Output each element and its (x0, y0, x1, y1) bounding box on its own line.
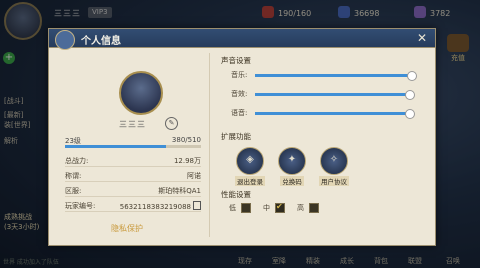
exp-bar (65, 145, 201, 148)
music-slider-knob[interactable] (407, 71, 417, 81)
privacy-protection-link[interactable]: 隐私保护 (111, 223, 143, 234)
stat-value: 5632118383219088 (119, 203, 191, 211)
panel-title: 个人信息 (81, 36, 121, 47)
sound-settings-title: 声音设置 (221, 56, 251, 65)
check-icon: ✔ (276, 202, 283, 211)
stat-row: 区服: 斯珀特科QA1 (65, 185, 201, 197)
stat-value: 12.98万 (173, 157, 201, 165)
logout-label: 退出登录 (235, 176, 265, 186)
panel-header: 个人信息 ✕ (49, 29, 435, 50)
stat-row: 总战力: 12.98万 (65, 155, 201, 167)
performance-settings-title: 性能设置 (221, 190, 251, 199)
edit-name-button[interactable]: ✎ (165, 117, 178, 130)
perf-mid-checkbox[interactable]: ✔ (275, 202, 285, 213)
redeem-code-label: 兑换码 (280, 176, 304, 186)
logout-icon: ◈ (236, 147, 264, 175)
redeem-code-button[interactable]: ✦ 兑换码 (273, 147, 311, 186)
stat-row: 玩家编号: 5632118383219088 (65, 200, 201, 212)
profile-avatar[interactable] (119, 71, 163, 115)
stat-row: 称谓: 阿诺 (65, 170, 201, 182)
close-button[interactable]: ✕ (415, 31, 429, 45)
exp-bar-fill (65, 145, 167, 148)
perf-low-checkbox[interactable] (241, 203, 251, 213)
music-label: 音乐: (231, 71, 248, 79)
sfx-slider-knob[interactable] (405, 90, 415, 100)
music-slider[interactable] (255, 71, 417, 81)
copy-icon[interactable] (193, 201, 201, 210)
player-id-row: 5632118383219088 (120, 201, 201, 211)
voice-slider-knob[interactable] (405, 109, 415, 119)
user-agreement-button[interactable]: ✧ 用户协议 (315, 147, 353, 186)
voice-label: 语音: (231, 109, 248, 117)
sfx-slider[interactable] (255, 90, 415, 100)
perf-high-label: 高 (297, 204, 304, 212)
logout-button[interactable]: ◈ 退出登录 (231, 147, 269, 186)
user-agreement-label: 用户协议 (319, 176, 349, 186)
personal-info-panel: 个人信息 ✕ 三三三 ✎ 23级 380/510 总战力: 12.98万 称谓:… (48, 28, 436, 246)
voice-slider[interactable] (255, 109, 415, 119)
profile-exp: 380/510 (171, 136, 201, 144)
settings-section: 声音设置 音乐: 音效: 语音: 扩展功能 ◈ 退出登录 ✦ 兑换码 ✧ 用户协… (215, 51, 431, 241)
sfx-slider-fill (255, 93, 408, 96)
music-slider-fill (255, 74, 411, 77)
extended-functions-title: 扩展功能 (221, 132, 251, 141)
voice-slider-fill (255, 112, 408, 115)
stat-value: 斯珀特科QA1 (158, 187, 201, 195)
gift-icon: ✦ (278, 147, 306, 175)
agreement-icon: ✧ (320, 147, 348, 175)
profile-section: 三三三 ✎ 23级 380/510 总战力: 12.98万 称谓: 阿诺 区服:… (55, 51, 205, 241)
perf-high-checkbox[interactable] (309, 203, 319, 213)
stat-key: 总战力: (65, 157, 89, 165)
sfx-label: 音效: (231, 90, 248, 98)
perf-mid-label: 中 (263, 204, 270, 212)
profile-icon (55, 30, 75, 50)
stat-key: 称谓: (65, 172, 82, 180)
stat-value: 阿诺 (187, 172, 201, 180)
perf-low-label: 低 (229, 204, 236, 212)
column-divider (209, 53, 210, 237)
profile-name: 三三三 (119, 120, 146, 129)
stat-key: 玩家编号: (65, 202, 96, 210)
stat-key: 区服: (65, 187, 82, 195)
